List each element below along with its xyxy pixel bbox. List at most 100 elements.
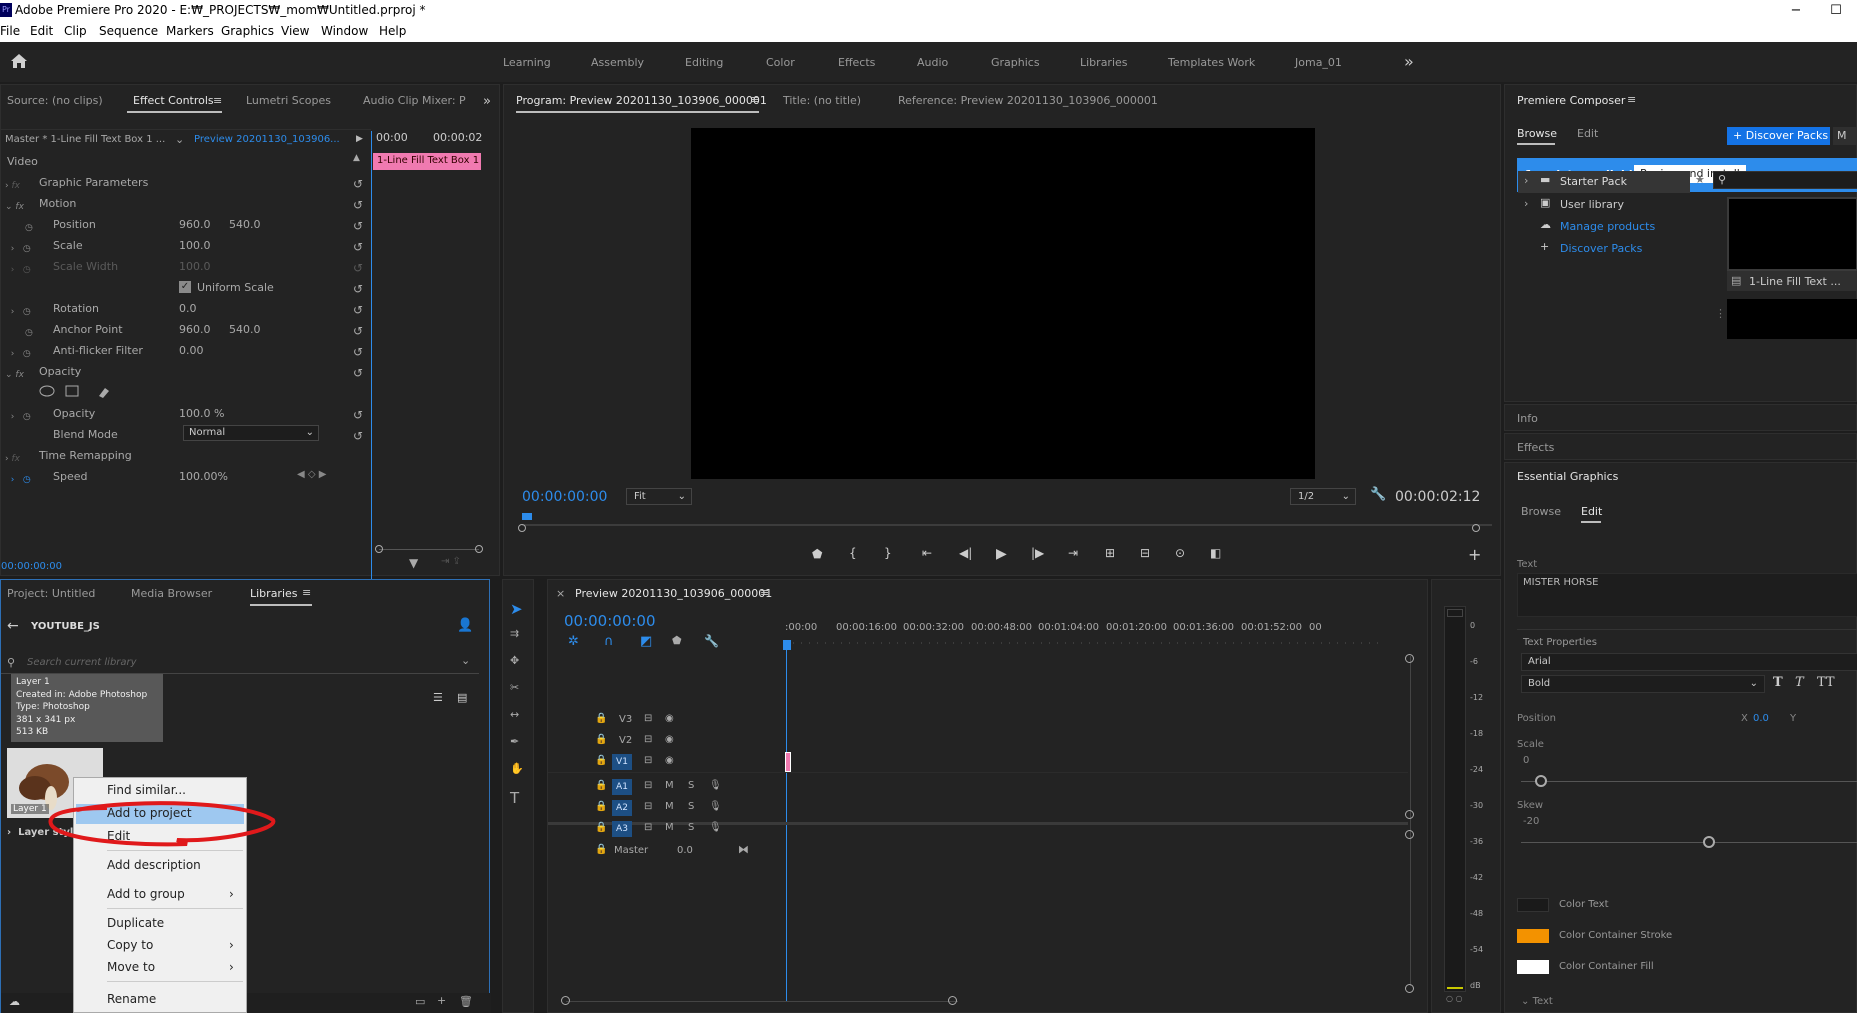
lift-icon[interactable]: ⊞ — [1105, 546, 1115, 560]
close-icon[interactable]: × — [556, 587, 565, 600]
manage-products-row[interactable]: ☁ Manage products — [1518, 216, 1690, 238]
reset-icon[interactable]: ↺ — [353, 174, 363, 195]
star-icon[interactable]: ★ — [1695, 173, 1705, 186]
menu-help[interactable]: Help — [379, 24, 406, 38]
composer-tab-edit[interactable]: Edit — [1577, 127, 1598, 140]
panel-menu-icon[interactable]: ≡ — [1627, 93, 1636, 106]
color-container-fill-swatch[interactable] — [1517, 960, 1549, 974]
ec-current-timecode[interactable]: 00:00:00:00 — [1, 561, 62, 572]
composer-thumbnail[interactable] — [1727, 197, 1857, 271]
program-time-ruler[interactable] — [522, 513, 1500, 527]
zoom-handle-right[interactable] — [1472, 524, 1480, 532]
timeline-ruler[interactable]: :00:00 00:00:16:00 00:00:32:00 00:00:48:… — [785, 622, 1425, 636]
discover-packs-button[interactable]: + Discover Packs — [1727, 127, 1830, 145]
workspace-editing[interactable]: Editing — [685, 56, 723, 69]
reset-icon[interactable]: ↺ — [353, 426, 363, 447]
resize-handle-icon[interactable]: ⋮ — [1715, 307, 1726, 320]
expand-icon[interactable]: ⌄ fx — [5, 365, 33, 386]
text-section-toggle[interactable]: ⌄ Text — [1521, 996, 1553, 1007]
reset-icon[interactable]: ↺ — [353, 237, 363, 258]
timeline-tab[interactable]: Preview 20201130_103906_000001 — [575, 587, 772, 600]
eg-tab-edit[interactable]: Edit — [1581, 505, 1602, 518]
workspace-joma-01[interactable]: Joma_01 — [1295, 56, 1342, 69]
meter-solo-buttons[interactable]: ○ ○ — [1446, 994, 1463, 1003]
maximize-button[interactable]: ☐ — [1816, 0, 1856, 21]
speed-value[interactable]: 100.00% — [179, 470, 228, 483]
track-header-v2[interactable]: 🔒 V2 ⊟ ◉ — [548, 731, 783, 751]
stopwatch-icon[interactable]: › ◷ — [5, 239, 33, 260]
stopwatch-icon[interactable]: ◷ — [5, 323, 33, 344]
go-to-out-icon[interactable]: ⇥ — [1068, 546, 1078, 560]
starter-pack-row[interactable]: › ▬ Starter Pack — [1518, 171, 1690, 193]
step-forward-icon[interactable]: |▶ — [1031, 546, 1044, 560]
tab-title[interactable]: Title: (no title) — [783, 94, 861, 107]
more-button[interactable]: M — [1833, 127, 1857, 145]
tab-effect-controls[interactable]: Effect Controls — [133, 94, 214, 107]
scale-value[interactable]: 0 — [1523, 755, 1529, 766]
menu-move-to[interactable]: Move to — [107, 960, 155, 974]
menu-sequence[interactable]: Sequence — [99, 24, 158, 38]
more-panels-icon[interactable]: » — [483, 94, 491, 109]
program-timecode[interactable]: 00:00:00:00 — [522, 489, 607, 505]
extract-icon[interactable]: ⊟ — [1140, 546, 1150, 560]
workspace-assembly[interactable]: Assembly — [591, 56, 644, 69]
add-button-icon[interactable]: + — [1468, 545, 1481, 564]
a2-target[interactable]: A2 — [612, 800, 632, 816]
tab-libraries[interactable]: Libraries — [250, 587, 298, 600]
wrench-icon[interactable]: 🔧 — [1370, 487, 1386, 502]
tab-program[interactable]: Program: Preview 20201130_103906_000001 — [516, 94, 767, 107]
tab-project[interactable]: Project: Untitled — [7, 587, 95, 600]
menu-add-description[interactable]: Add description — [107, 858, 201, 872]
menu-edit[interactable]: Edit — [30, 24, 53, 38]
pen-tool-icon[interactable]: ✒ — [510, 735, 519, 748]
track-header-v1[interactable]: 🔒 V1 ⊟ ◉ — [548, 752, 783, 772]
snap-icon[interactable]: ∩ — [604, 634, 614, 649]
anti-flicker-value[interactable]: 0.00 — [179, 344, 204, 357]
motion-row[interactable]: Motion — [39, 197, 76, 210]
track-header-a2[interactable]: 🔒 A2 ⊟ M S 🎙 — [548, 798, 783, 818]
clip-bar[interactable]: 1-Line Fill Text Box 1 — [373, 153, 481, 170]
panel-menu-icon[interactable]: ≡ — [750, 93, 759, 106]
track-header-v3[interactable]: 🔒 V3 ⊟ ◉ — [548, 710, 783, 730]
workspace-learning[interactable]: Learning — [503, 56, 551, 69]
info-panel-header[interactable]: Info — [1504, 404, 1857, 431]
library-search-input[interactable]: Search current library — [27, 657, 137, 668]
workspace-graphics[interactable]: Graphics — [991, 56, 1040, 69]
h-scroll-handle[interactable] — [561, 996, 570, 1005]
menu-copy-to[interactable]: Copy to — [107, 938, 153, 952]
composer-tab-browse[interactable]: Browse — [1517, 127, 1557, 140]
menu-graphics[interactable]: Graphics — [221, 24, 274, 38]
panel-menu-icon[interactable]: ≡ — [302, 586, 311, 599]
step-back-icon[interactable]: ◀| — [959, 546, 972, 560]
fit-select[interactable]: Fit ⌄ — [626, 488, 692, 505]
track-header-a3[interactable]: 🔒 A3 ⊟ M S 🎙 — [548, 819, 783, 839]
position-y-value[interactable]: 540.0 — [229, 218, 261, 231]
track-header-master[interactable]: 🔒 Master 0.0 ⧓ — [548, 841, 783, 861]
scale-value[interactable]: 100.0 — [179, 239, 211, 252]
tab-lumetri-scopes[interactable]: Lumetri Scopes — [246, 94, 331, 107]
timeline-timecode[interactable]: 00:00:00:00 — [564, 612, 656, 630]
all-caps-icon[interactable]: TT — [1817, 675, 1835, 690]
cloud-icon[interactable]: ☁ — [9, 995, 20, 1008]
tab-audio-clip-mixer[interactable]: Audio Clip Mixer: P — [363, 94, 466, 107]
workspace-effects[interactable]: Effects — [838, 56, 875, 69]
panel-menu-icon[interactable]: ≡ — [760, 586, 769, 599]
position-x-value[interactable]: 0.0 — [1753, 713, 1769, 724]
v-scroll-handle[interactable] — [1405, 810, 1414, 819]
timeline-clip[interactable] — [785, 752, 791, 772]
menu-rename[interactable]: Rename — [107, 992, 156, 1006]
add-marker-icon[interactable]: ⬟ — [812, 547, 822, 561]
v1-target[interactable]: V1 — [612, 754, 632, 770]
skew-slider-track[interactable] — [1521, 842, 1857, 843]
mark-in-icon[interactable]: { — [849, 546, 857, 560]
a3-target[interactable]: A3 — [612, 821, 632, 837]
sort-icon[interactable]: ☰ — [433, 691, 443, 704]
keyframe-nav-icon[interactable]: ◀ ◇ ▶ — [297, 469, 326, 480]
scale-slider-track[interactable] — [1521, 781, 1857, 782]
tab-media-browser[interactable]: Media Browser — [131, 587, 212, 600]
reset-icon[interactable]: ↺ — [353, 405, 363, 426]
thumb-caption[interactable]: ▤ 1-Line Fill Text ... — [1727, 271, 1857, 291]
collapse-icon[interactable]: ▲ — [353, 153, 360, 163]
track-header-a1[interactable]: 🔒 A1 ⊟ M S 🎙 — [548, 777, 783, 797]
add-marker-icon[interactable]: ⬟ — [672, 634, 682, 647]
